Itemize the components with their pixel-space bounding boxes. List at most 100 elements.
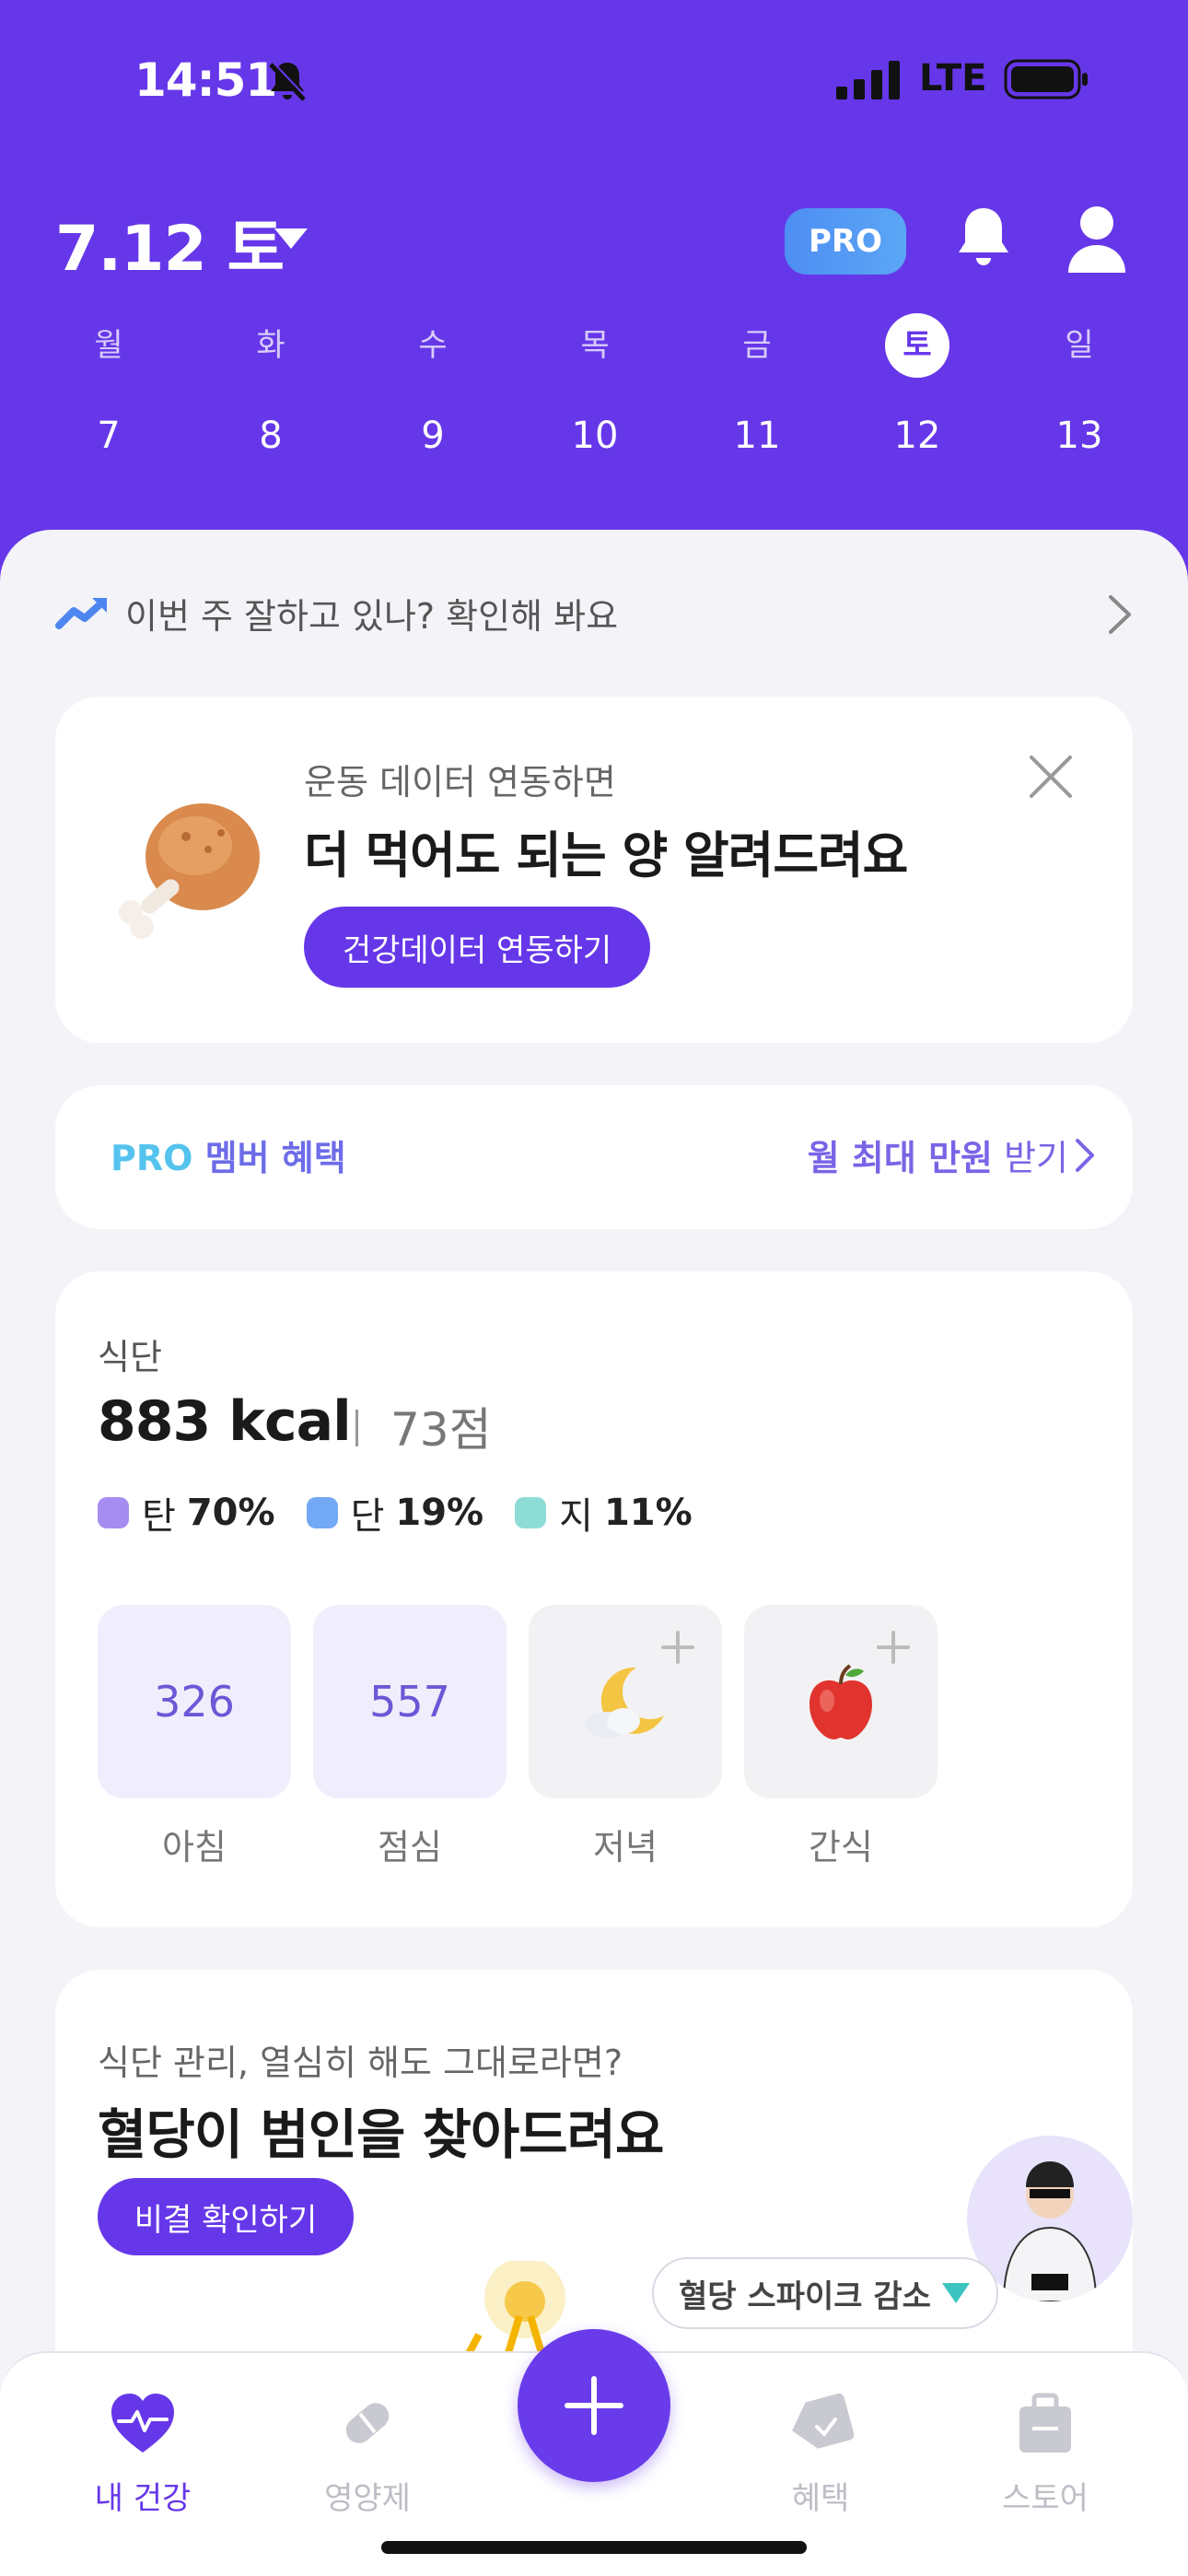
macro-pct: 19% — [395, 1492, 484, 1534]
day-name: 화 — [256, 327, 285, 364]
day-name: 금 — [742, 327, 772, 364]
meal-kcal: 557 — [369, 1677, 450, 1727]
close-icon[interactable] — [1026, 752, 1076, 802]
tab-label: 내 건강 — [94, 2480, 192, 2517]
moon-icon — [585, 1667, 664, 1738]
meal-label: 점심 — [378, 1827, 442, 1868]
macro-ratios: 탄 70% 단 19% 지 11% — [98, 1485, 724, 1540]
pro-benefit-label: PRO 멤버 혜택 — [111, 1130, 346, 1180]
meal-label: 저녁 — [593, 1827, 658, 1868]
day-name: 수 — [418, 327, 448, 364]
weekly-check-text: 이번 주 잘하고 있나? 확인해 봐요 — [125, 595, 619, 637]
day-number: 10 — [571, 415, 619, 457]
meal-box[interactable]: 326 — [98, 1605, 291, 1798]
meal-box[interactable] — [744, 1605, 938, 1798]
meal-box[interactable]: 557 — [313, 1605, 507, 1798]
status-time: 14:51 — [134, 53, 277, 107]
tab-label: 혜택 — [791, 2480, 850, 2517]
protein-swatch — [306, 1497, 338, 1528]
macro-name: 단 — [350, 1495, 385, 1538]
profile-icon[interactable] — [1066, 205, 1127, 273]
caret-down-icon[interactable] — [273, 227, 309, 251]
tab-benefits[interactable]: 혜택 — [742, 2386, 899, 2518]
meal-kcal: 326 — [154, 1677, 235, 1727]
benefit-bold: 월 최대 만원 — [807, 1138, 993, 1178]
day-number: 8 — [259, 415, 283, 457]
exercise-card-title: 더 먹어도 되는 양 알려드려요 — [304, 826, 908, 884]
diet-score: 73점 — [390, 1403, 492, 1457]
pro-benefit-card[interactable]: PRO 멤버 혜택 월 최대 만원 받기 — [55, 1085, 1133, 1229]
macro-fat: 지 11% — [515, 1486, 693, 1540]
tag-icon — [792, 2393, 855, 2449]
pro-label-rest: 멤버 혜택 — [192, 1138, 346, 1178]
meal-label: 아침 — [162, 1827, 227, 1868]
spike-text: 혈당 스파이크 감소 — [679, 2277, 931, 2315]
meal-lunch[interactable]: 557 점심 — [313, 1605, 507, 1869]
signal-icon — [836, 61, 900, 100]
meal-label: 간식 — [809, 1827, 873, 1868]
add-record-button[interactable] — [518, 2329, 670, 2482]
benefit-rest: 받기 — [993, 1138, 1068, 1178]
macro-pct: 11% — [603, 1492, 693, 1534]
health-data-sync-button[interactable]: 건강데이터 연동하기 — [304, 907, 650, 988]
glucose-card-subtitle: 식단 관리, 열심히 해도 그대로라면? — [98, 2043, 623, 2083]
apple-icon — [809, 1664, 872, 1739]
month-benefit-text: 월 최대 만원 받기 — [808, 1130, 1068, 1180]
trend-up-icon — [55, 598, 107, 629]
meal-breakfast[interactable]: 326 아침 — [98, 1605, 291, 1869]
pro-label-pro: PRO — [111, 1138, 193, 1178]
glucose-card-title: 혈당이 범인을 찾아드려요 — [98, 2103, 664, 2166]
total-kcal: 883 kcal — [98, 1389, 352, 1454]
plus-icon — [565, 2376, 623, 2435]
meal-box[interactable] — [529, 1605, 722, 1798]
battery-icon — [1004, 59, 1088, 100]
status-bar: 14:51 LTE — [0, 0, 1188, 157]
exercise-card-subtitle: 운동 데이터 연동하면 — [304, 762, 616, 802]
heart-pulse-icon — [111, 2394, 174, 2453]
tab-store[interactable]: 스토어 — [967, 2386, 1124, 2518]
macro-name: 탄 — [142, 1495, 176, 1538]
tab-label: 영양제 — [324, 2480, 411, 2517]
header: 14:51 LTE 7.12 토 PRO 월 7 화 8 수 9 목 10 금 … — [0, 0, 1188, 590]
day-name: 일 — [1065, 327, 1094, 364]
weekly-check-row[interactable]: 이번 주 잘하고 있나? 확인해 봐요 — [55, 580, 1133, 645]
date-selector[interactable]: 7.12 토 — [55, 197, 285, 288]
day-name: 토 — [885, 313, 949, 378]
fat-swatch — [515, 1497, 547, 1528]
macro-protein: 단 19% — [306, 1486, 484, 1540]
bag-icon — [1019, 2393, 1071, 2453]
macro-carb: 탄 70% — [98, 1486, 275, 1540]
day-number: 13 — [1055, 415, 1103, 457]
week-calendar: 월 7 화 8 수 9 목 10 금 11 토 12 일 13 — [0, 313, 1188, 498]
pro-badge[interactable]: PRO — [785, 208, 906, 275]
diet-card: 식단 883 kcal 73점 탄 70% 단 19% 지 11% 326 아침… — [55, 1271, 1133, 1927]
day-name: 목 — [580, 327, 610, 364]
day-number: 11 — [733, 415, 781, 457]
carb-swatch — [98, 1497, 129, 1528]
glucose-spike-tag[interactable]: 혈당 스파이크 감소 — [652, 2257, 998, 2329]
macro-pct: 70% — [186, 1492, 275, 1534]
day-number: 9 — [421, 415, 445, 457]
tab-supplements[interactable]: 영양제 — [289, 2386, 446, 2518]
diet-label: 식단 — [98, 1337, 162, 1377]
add-icon[interactable] — [875, 1629, 912, 1666]
divider — [355, 1410, 358, 1446]
pill-icon — [345, 2403, 390, 2443]
day-number: 7 — [97, 415, 121, 457]
home-indicator — [381, 2541, 807, 2554]
day-number: 12 — [893, 415, 941, 457]
add-icon[interactable] — [659, 1629, 696, 1666]
check-secret-button[interactable]: 비결 확인하기 — [98, 2178, 354, 2255]
meal-snack[interactable]: 간식 — [744, 1605, 938, 1869]
tab-label: 스토어 — [1002, 2480, 1089, 2517]
chevron-right-icon — [1076, 1139, 1094, 1172]
meal-dinner[interactable]: 저녁 — [529, 1605, 722, 1869]
bell-icon[interactable] — [956, 205, 1011, 273]
down-triangle-icon — [941, 2283, 970, 2303]
drumstick-icon — [119, 803, 260, 939]
network-type: LTE — [919, 57, 987, 100]
bell-off-icon — [269, 62, 308, 101]
chevron-right-icon — [1109, 595, 1131, 634]
macro-name: 지 — [559, 1495, 593, 1538]
tab-my-health[interactable]: 내 건강 — [64, 2386, 221, 2518]
